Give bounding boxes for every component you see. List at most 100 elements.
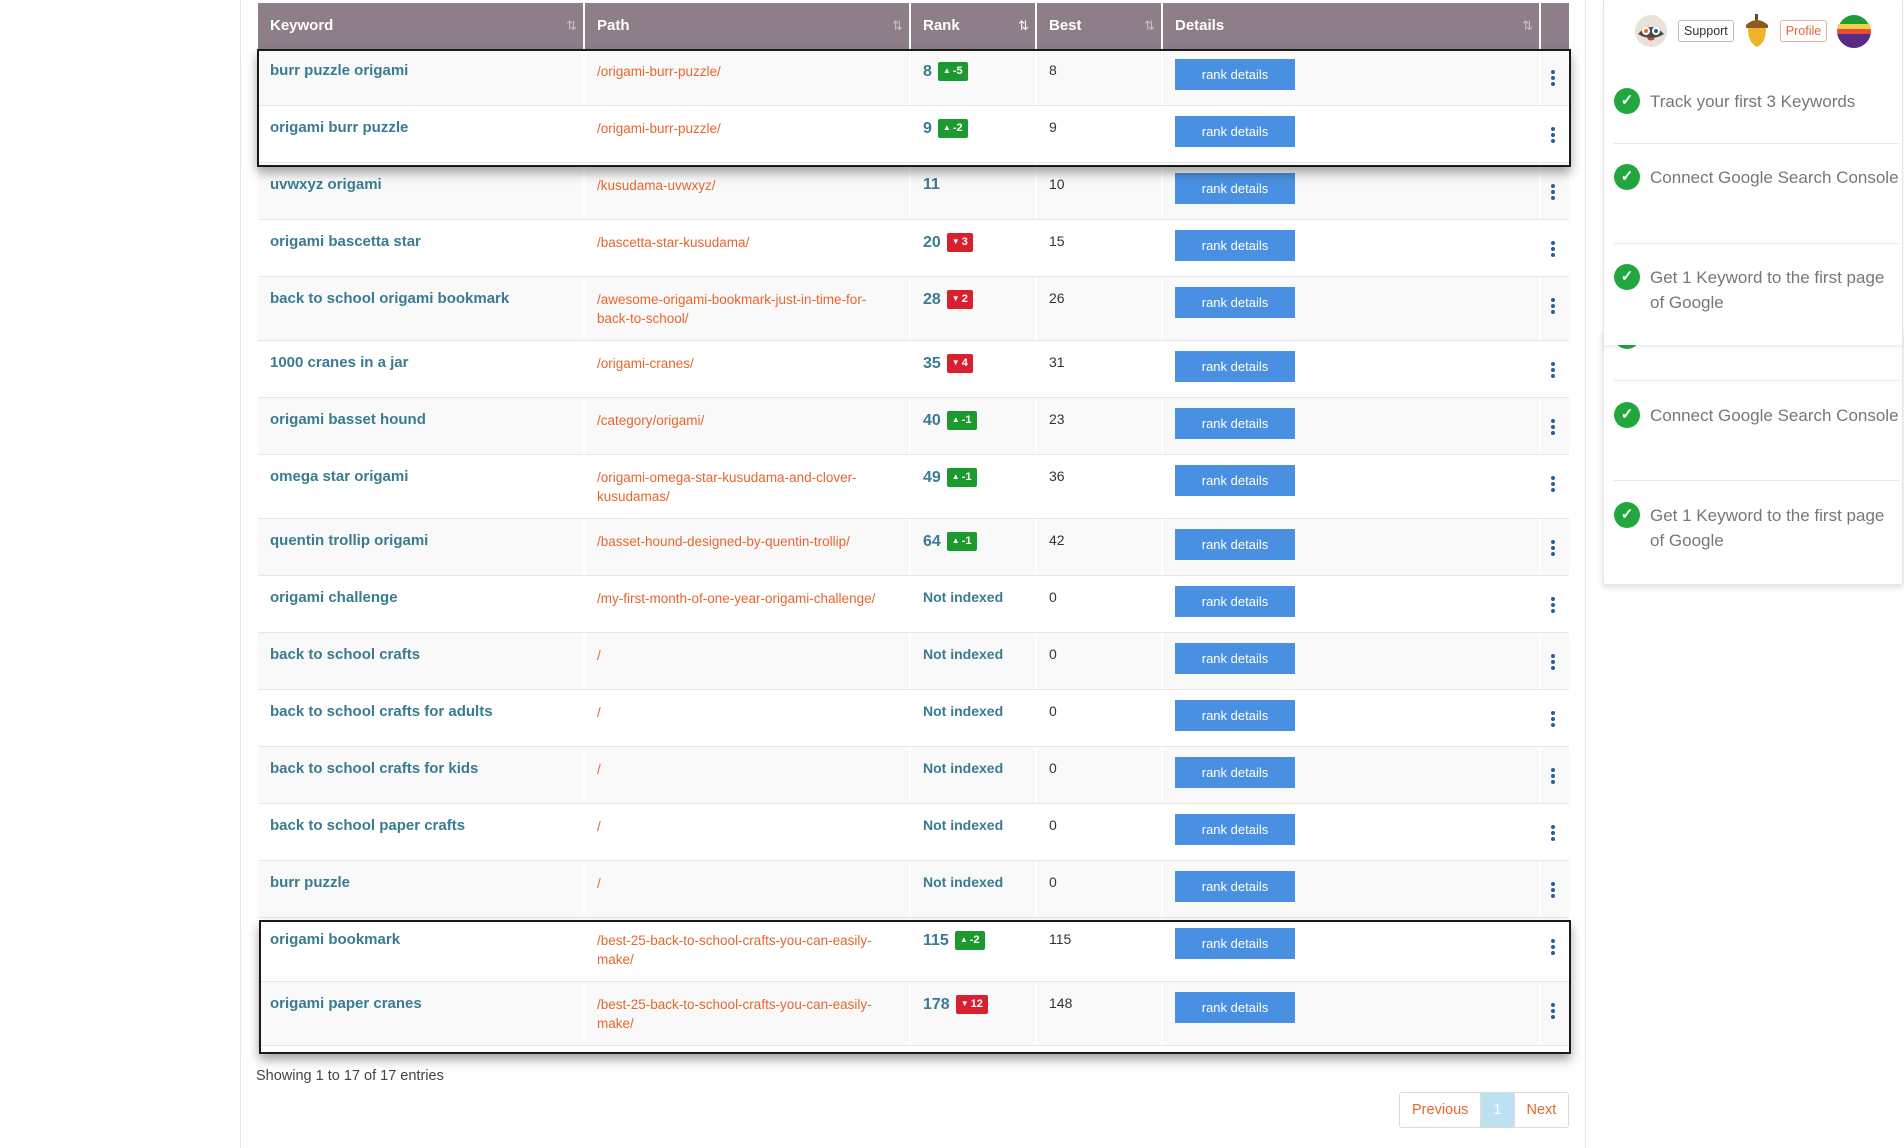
path-link[interactable]: /bascetta-star-kusudama/ <box>597 235 749 250</box>
column-header-path[interactable]: Path ⇅ <box>585 3 911 49</box>
more-options-icon[interactable] <box>1551 939 1555 957</box>
more-options-icon[interactable] <box>1551 540 1555 558</box>
keyword-link[interactable]: burr puzzle origami <box>270 62 408 79</box>
rank-details-button[interactable]: rank details <box>1175 871 1295 902</box>
path-link[interactable]: /best-25-back-to-school-crafts-you-can-e… <box>597 933 872 967</box>
keyword-link[interactable]: origami bookmark <box>270 931 400 948</box>
pagination-previous[interactable]: Previous <box>1400 1093 1482 1127</box>
path-link[interactable]: /origami-cranes/ <box>597 356 694 371</box>
more-options-icon[interactable] <box>1551 768 1555 786</box>
more-options-icon[interactable] <box>1551 362 1555 380</box>
keyword-cell: quentin trollip origami <box>258 519 585 575</box>
more-options-icon[interactable] <box>1551 70 1555 88</box>
path-link[interactable]: /awesome-origami-bookmark-just-in-time-f… <box>597 292 866 326</box>
keyword-link[interactable]: back to school crafts <box>270 646 420 663</box>
rank-cell: 8 ▲ -5 <box>911 49 1037 105</box>
rank-details-button[interactable]: rank details <box>1175 116 1295 147</box>
keyword-link[interactable]: origami challenge <box>270 589 398 606</box>
table-row: origami bascetta star /bascetta-star-kus… <box>258 220 1569 277</box>
more-options-icon[interactable] <box>1551 1003 1555 1021</box>
column-header-rank[interactable]: Rank ⇅ <box>911 3 1037 49</box>
path-link[interactable]: /category/origami/ <box>597 413 704 428</box>
more-options-icon[interactable] <box>1551 654 1555 672</box>
path-link[interactable]: /origami-omega-star-kusudama-and-clover-… <box>597 470 857 504</box>
keyword-link[interactable]: uvwxyz origami <box>270 176 382 193</box>
best-cell: 0 <box>1037 747 1163 803</box>
path-link[interactable]: /best-25-back-to-school-crafts-you-can-e… <box>597 997 872 1031</box>
mascot-avatar-icon[interactable] <box>1634 14 1668 48</box>
more-options-icon[interactable] <box>1551 298 1555 316</box>
support-button[interactable]: Support <box>1678 19 1734 42</box>
keyword-link[interactable]: origami basset hound <box>270 411 426 428</box>
more-options-icon[interactable] <box>1551 597 1555 615</box>
keyword-link[interactable]: quentin trollip origami <box>270 532 428 549</box>
rank-change-badge: ▼ 4 <box>946 354 973 373</box>
keyword-link[interactable]: burr puzzle <box>270 874 350 891</box>
column-header-details[interactable]: Details ⇅ <box>1163 3 1541 49</box>
pagination: Previous 1 Next <box>1399 1092 1570 1128</box>
pagination-next[interactable]: Next <box>1515 1093 1569 1127</box>
profile-button[interactable]: Profile <box>1779 19 1828 42</box>
rank-details-button[interactable]: rank details <box>1175 586 1295 617</box>
keyword-link[interactable]: back to school crafts for adults <box>270 703 493 720</box>
keyword-link[interactable]: origami burr puzzle <box>270 119 408 136</box>
path-link[interactable]: / <box>597 819 601 834</box>
more-options-icon[interactable] <box>1551 419 1555 437</box>
path-link[interactable]: /my-first-month-of-one-year-origami-chal… <box>597 591 875 606</box>
keyword-link[interactable]: back to school paper crafts <box>270 817 465 834</box>
rank-details-button[interactable]: rank details <box>1175 928 1295 959</box>
keyword-link[interactable]: back to school origami bookmark <box>270 290 509 307</box>
best-cell: 23 <box>1037 398 1163 454</box>
more-options-icon[interactable] <box>1551 127 1555 145</box>
path-link[interactable]: / <box>597 762 601 777</box>
path-link[interactable]: / <box>597 648 601 663</box>
rank-details-button[interactable]: rank details <box>1175 59 1295 90</box>
rank-change-badge: ▲ -5 <box>937 62 968 81</box>
rank-details-button[interactable]: rank details <box>1175 351 1295 382</box>
path-link[interactable]: /origami-burr-puzzle/ <box>597 64 721 79</box>
path-link[interactable]: / <box>597 705 601 720</box>
rank-details-button[interactable]: rank details <box>1175 992 1295 1023</box>
column-header-best[interactable]: Best ⇅ <box>1037 3 1163 49</box>
column-header-keyword[interactable]: Keyword ⇅ <box>258 3 585 49</box>
rank-details-button[interactable]: rank details <box>1175 700 1295 731</box>
rank-details-button[interactable]: rank details <box>1175 643 1295 674</box>
more-options-icon[interactable] <box>1551 184 1555 202</box>
more-options-icon[interactable] <box>1551 882 1555 900</box>
pagination-page-1[interactable]: 1 <box>1481 1093 1515 1127</box>
best-cell: 115 <box>1037 918 1163 981</box>
path-link[interactable]: /basset-hound-designed-by-quentin-trolli… <box>597 534 850 549</box>
path-link[interactable]: /origami-burr-puzzle/ <box>597 121 721 136</box>
rank-details-button[interactable]: rank details <box>1175 757 1295 788</box>
acorn-icon[interactable] <box>1744 13 1770 49</box>
more-options-icon[interactable] <box>1551 476 1555 494</box>
details-cell: rank details <box>1163 277 1541 340</box>
rank-details-button[interactable]: rank details <box>1175 287 1295 318</box>
user-avatar-icon[interactable] <box>1837 14 1872 48</box>
task-item: ✓ Connect Google Search Console <box>1614 164 1899 190</box>
keyword-link[interactable]: back to school crafts for kids <box>270 760 478 777</box>
path-link[interactable]: /kusudama-uvwxyz/ <box>597 178 716 193</box>
rank-details-button[interactable]: rank details <box>1175 529 1295 560</box>
path-cell: /origami-cranes/ <box>585 341 911 397</box>
rank-details-button[interactable]: rank details <box>1175 230 1295 261</box>
path-link[interactable]: / <box>597 876 601 891</box>
rank-details-button[interactable]: rank details <box>1175 465 1295 496</box>
keyword-link[interactable]: origami bascetta star <box>270 233 421 250</box>
best-cell: 10 <box>1037 163 1163 219</box>
rank-value: 35 <box>923 355 941 372</box>
rank-cell: 178 ▼ 12 <box>911 982 1037 1045</box>
rank-cell: Not indexed <box>911 690 1037 746</box>
details-cell: rank details <box>1163 576 1541 632</box>
rank-details-button[interactable]: rank details <box>1175 173 1295 204</box>
keyword-link[interactable]: origami paper cranes <box>270 995 422 1012</box>
rank-details-button[interactable]: rank details <box>1175 814 1295 845</box>
rank-details-button[interactable]: rank details <box>1175 408 1295 439</box>
more-options-icon[interactable] <box>1551 241 1555 259</box>
keyword-link[interactable]: 1000 cranes in a jar <box>270 354 408 371</box>
table-row: quentin trollip origami /basset-hound-de… <box>258 519 1569 576</box>
more-options-icon[interactable] <box>1551 825 1555 843</box>
task-card: Support Profile ✓ Track your first 3 Key… <box>1603 0 1903 345</box>
keyword-link[interactable]: omega star origami <box>270 468 408 485</box>
more-options-icon[interactable] <box>1551 711 1555 729</box>
